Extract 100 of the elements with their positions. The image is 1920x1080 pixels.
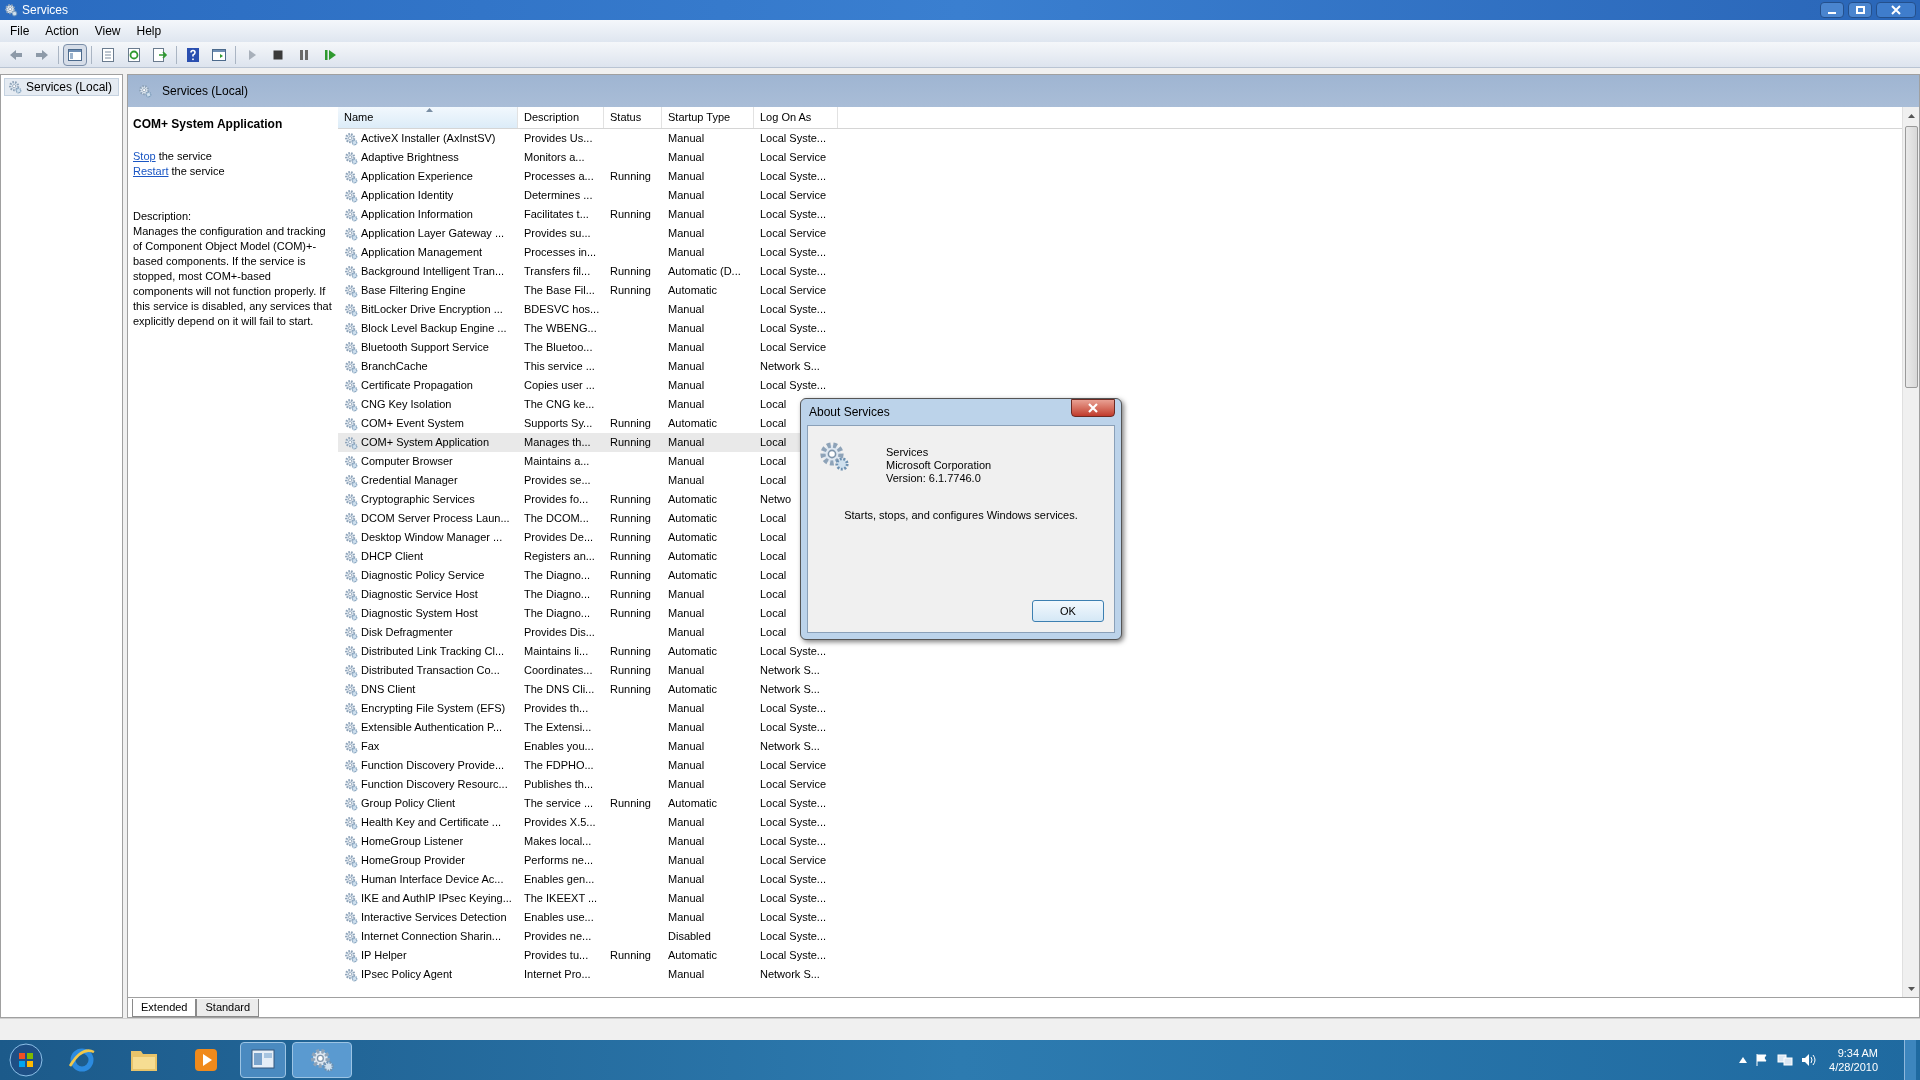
minimize-button[interactable] <box>1820 2 1844 18</box>
table-cell: Local Syste... <box>760 797 827 810</box>
service-gear-icon <box>344 720 358 735</box>
console-taskbar-button[interactable] <box>240 1042 286 1078</box>
ok-button[interactable]: OK <box>1032 600 1104 622</box>
table-cell-text: Distributed Transaction Co... <box>361 663 500 679</box>
table-cell: Local <box>760 474 787 487</box>
table-cell: Local <box>760 512 787 525</box>
dialog-message: Starts, stops, and configures Windows services. <box>843 508 1079 523</box>
table-cell: Local Syste... <box>760 132 827 145</box>
table-cell: Manual <box>668 227 705 240</box>
table-cell: Local Syste... <box>760 873 827 886</box>
close-button[interactable] <box>1876 2 1916 18</box>
services-gear-icon <box>818 440 850 472</box>
panel-title: Services (Local) <box>162 83 249 100</box>
table-cell: The Diagno... <box>524 569 591 582</box>
scroll-down-arrow-icon[interactable] <box>1907 986 1915 991</box>
view-tab[interactable]: Extended <box>132 999 197 1017</box>
table-cell: Running <box>610 645 651 658</box>
table-cell-text: DHCP Client <box>361 549 424 565</box>
table-cell-text: Application Information <box>361 207 473 223</box>
table-cell-text: COM+ Event System <box>361 416 464 432</box>
table-cell-text: Diagnostic Policy Service <box>361 568 485 584</box>
table-cell: Manual <box>668 132 705 145</box>
table-cell: Local Syste... <box>760 930 827 943</box>
table-cell: Manual <box>668 303 705 316</box>
close-button[interactable] <box>1071 399 1115 417</box>
table-cell: Enables you... <box>524 740 594 753</box>
table-cell: Supports Sy... <box>524 417 593 430</box>
flag-icon[interactable] <box>1755 1053 1770 1067</box>
column-header[interactable]: Log On As <box>754 107 838 128</box>
action-link[interactable]: Stop <box>133 149 156 164</box>
service-gear-icon <box>344 853 358 868</box>
scroll-up-arrow-icon[interactable] <box>1907 113 1915 118</box>
table-cell: Manual <box>668 208 705 221</box>
table-cell: Automatic (D... <box>668 265 741 278</box>
table-cell: Running <box>610 436 651 449</box>
table-cell: Local Service <box>760 854 827 867</box>
clock-time[interactable]: 9:34 AM <box>1837 1046 1878 1060</box>
table-cell: Provides th... <box>524 702 589 715</box>
table-cell-text: DNS Client <box>361 682 416 698</box>
service-gear-icon <box>344 492 358 507</box>
volume-icon[interactable] <box>1801 1053 1818 1067</box>
table-cell-text: Desktop Window Manager ... <box>361 530 503 546</box>
menu-item[interactable]: View <box>88 22 127 40</box>
service-gear-icon <box>344 226 358 241</box>
table-cell: Manual <box>668 873 705 886</box>
table-cell: Running <box>610 493 651 506</box>
menu-item[interactable]: File <box>4 22 36 40</box>
table-cell-text: Certificate Propagation <box>361 378 473 394</box>
table-cell: Manual <box>668 246 705 259</box>
table-cell-text: Application Layer Gateway ... <box>361 226 505 242</box>
menu-item[interactable]: Action <box>39 22 85 40</box>
table-cell: The IKEEXT ... <box>524 892 598 905</box>
service-gear-icon <box>344 625 358 640</box>
table-cell: Automatic <box>668 417 717 430</box>
table-cell: Local Syste... <box>760 170 827 183</box>
service-gear-icon <box>344 663 358 678</box>
table-cell-text: Disk Defragmenter <box>361 625 453 641</box>
service-gear-icon <box>344 302 358 317</box>
scrollbar-thumb[interactable] <box>1904 126 1918 388</box>
column-header[interactable]: Description <box>518 107 604 128</box>
table-cell-text: CNG Key Isolation <box>361 397 452 413</box>
menu-item[interactable]: Help <box>130 22 168 40</box>
column-header[interactable]: Startup Type <box>662 107 754 128</box>
maximize-button[interactable] <box>1848 2 1872 18</box>
tree-item[interactable]: Services (Local) <box>4 78 119 96</box>
table-cell-text: Block Level Backup Engine ... <box>361 321 507 337</box>
console-tree-icon[interactable] <box>63 43 87 66</box>
tray-arrow-icon[interactable] <box>1739 1057 1748 1063</box>
service-gear-icon <box>344 948 358 963</box>
table-cell: Local <box>760 550 787 563</box>
table-cell: Manual <box>668 626 705 639</box>
table-cell: Local Syste... <box>760 911 827 924</box>
table-cell: Registers an... <box>524 550 595 563</box>
service-gear-icon <box>344 758 358 773</box>
table-cell: Local Syste... <box>760 949 827 962</box>
table-cell: Manual <box>668 322 705 335</box>
table-cell: Running <box>610 607 651 620</box>
action-link[interactable]: Restart <box>133 164 169 179</box>
table-cell: Provides ne... <box>524 930 592 943</box>
service-gear-icon <box>344 701 358 716</box>
service-gear-icon <box>344 245 358 260</box>
view-tab[interactable]: Standard <box>196 999 260 1017</box>
table-cell: Manual <box>668 360 705 373</box>
service-gear-icon <box>344 739 358 754</box>
table-cell: Copies user ... <box>524 379 595 392</box>
app-icon <box>4 3 18 17</box>
clock-date[interactable]: 4/28/2010 <box>1829 1060 1878 1074</box>
column-header[interactable]: Status <box>604 107 662 128</box>
network-icon[interactable] <box>1777 1053 1794 1067</box>
gear-icon <box>309 1047 335 1073</box>
table-cell: Local Syste... <box>760 816 827 829</box>
table-cell: Local Service <box>760 778 827 791</box>
column-header[interactable]: Name <box>338 107 518 128</box>
table-cell: Local Service <box>760 151 827 164</box>
service-gear-icon <box>344 435 358 450</box>
vertical-scrollbar[interactable] <box>1902 107 1919 997</box>
service-gear-icon <box>344 131 358 146</box>
table-cell: The service ... <box>524 797 594 810</box>
